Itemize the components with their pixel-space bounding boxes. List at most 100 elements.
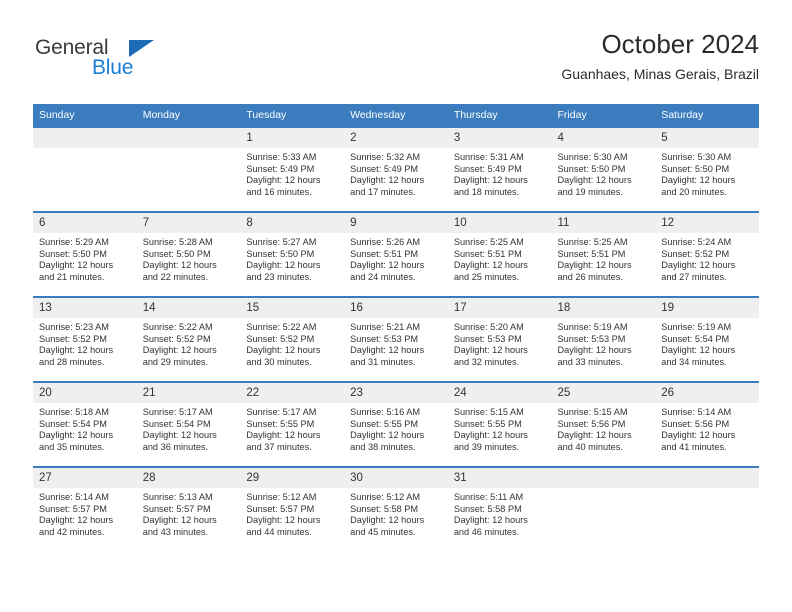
day-details: Sunrise: 5:30 AM Sunset: 5:50 PM Dayligh… (552, 148, 656, 198)
daylight-text-line1: Daylight: 12 hours (661, 260, 736, 271)
daylight-text-line1: Daylight: 12 hours (661, 175, 736, 186)
day-number: 5 (655, 128, 759, 148)
day-cell[interactable]: 31 Sunrise: 5:11 AM Sunset: 5:58 PM Dayl… (447, 466, 552, 551)
daylight-text-line1: Daylight: 12 hours (350, 345, 425, 356)
day-number: 22 (240, 383, 345, 403)
sunrise-text: Sunrise: 5:19 AM (661, 322, 732, 332)
day-cell[interactable] (551, 466, 656, 551)
day-number: 4 (551, 128, 656, 148)
day-cell[interactable]: 2 Sunrise: 5:32 AM Sunset: 5:49 PM Dayli… (344, 126, 448, 212)
sunset-text: Sunset: 5:52 PM (246, 333, 315, 344)
day-cell[interactable]: 9 Sunrise: 5:26 AM Sunset: 5:51 PM Dayli… (344, 211, 448, 297)
day-cell[interactable]: 24 Sunrise: 5:15 AM Sunset: 5:55 PM Dayl… (447, 381, 552, 467)
sunrise-text: Sunrise: 5:21 AM (350, 322, 421, 332)
daylight-text-line1: Daylight: 12 hours (246, 345, 321, 356)
sunrise-text: Sunrise: 5:13 AM (142, 492, 213, 502)
day-cell[interactable]: 27 Sunrise: 5:14 AM Sunset: 5:57 PM Dayl… (33, 466, 137, 551)
day-cell[interactable]: 5 Sunrise: 5:30 AM Sunset: 5:50 PM Dayli… (655, 126, 759, 212)
sunrise-text: Sunrise: 5:20 AM (453, 322, 524, 332)
sunset-text: Sunset: 5:51 PM (350, 248, 419, 259)
sunset-text: Sunset: 5:50 PM (39, 248, 107, 259)
day-number (655, 468, 759, 488)
weekday-header-row: Sunday Monday Tuesday Wednesday Thursday… (33, 104, 759, 127)
day-cell[interactable] (655, 466, 759, 551)
sunset-text: Sunset: 5:55 PM (246, 418, 315, 429)
day-cell[interactable]: 29 Sunrise: 5:12 AM Sunset: 5:57 PM Dayl… (240, 466, 345, 551)
day-details: Sunrise: 5:18 AM Sunset: 5:54 PM Dayligh… (33, 403, 137, 453)
weekday-header-monday: Monday (136, 104, 241, 127)
day-details (655, 488, 759, 492)
page-title: October 2024 (601, 29, 759, 59)
day-details: Sunrise: 5:16 AM Sunset: 5:55 PM Dayligh… (344, 403, 448, 453)
day-details: Sunrise: 5:13 AM Sunset: 5:57 PM Dayligh… (137, 488, 241, 538)
day-cell[interactable]: 7 Sunrise: 5:28 AM Sunset: 5:50 PM Dayli… (136, 211, 241, 297)
sunrise-text: Sunrise: 5:25 AM (557, 237, 628, 247)
day-details: Sunrise: 5:14 AM Sunset: 5:56 PM Dayligh… (655, 403, 759, 453)
day-cell[interactable]: 17 Sunrise: 5:20 AM Sunset: 5:53 PM Dayl… (447, 296, 552, 382)
day-number: 19 (655, 298, 759, 318)
page-subtitle: Guanhaes, Minas Gerais, Brazil (561, 66, 759, 82)
day-cell[interactable]: 11 Sunrise: 5:25 AM Sunset: 5:51 PM Dayl… (551, 211, 656, 297)
sunset-text: Sunset: 5:57 PM (246, 503, 315, 514)
day-cell[interactable]: 25 Sunrise: 5:15 AM Sunset: 5:56 PM Dayl… (551, 381, 656, 467)
day-cell[interactable]: 4 Sunrise: 5:30 AM Sunset: 5:50 PM Dayli… (551, 126, 656, 212)
day-number: 14 (136, 298, 241, 318)
daylight-text-line1: Daylight: 12 hours (661, 345, 736, 356)
day-details: Sunrise: 5:29 AM Sunset: 5:50 PM Dayligh… (33, 233, 137, 283)
day-number: 26 (655, 383, 759, 403)
day-cell[interactable] (136, 126, 241, 212)
day-details: Sunrise: 5:15 AM Sunset: 5:56 PM Dayligh… (552, 403, 656, 453)
day-cell[interactable]: 1 Sunrise: 5:33 AM Sunset: 5:49 PM Dayli… (240, 126, 345, 212)
day-number: 2 (344, 128, 448, 148)
day-cell[interactable]: 10 Sunrise: 5:25 AM Sunset: 5:51 PM Dayl… (447, 211, 552, 297)
day-cell[interactable]: 28 Sunrise: 5:13 AM Sunset: 5:57 PM Dayl… (136, 466, 241, 551)
day-number: 16 (344, 298, 448, 318)
day-details: Sunrise: 5:31 AM Sunset: 5:49 PM Dayligh… (448, 148, 552, 198)
day-cell[interactable]: 18 Sunrise: 5:19 AM Sunset: 5:53 PM Dayl… (551, 296, 656, 382)
day-cell[interactable]: 15 Sunrise: 5:22 AM Sunset: 5:52 PM Dayl… (240, 296, 345, 382)
title-block: October 2024 Guanhaes, Minas Gerais, Bra… (561, 28, 759, 84)
sunrise-text: Sunrise: 5:28 AM (142, 237, 213, 247)
sunset-text: Sunset: 5:49 PM (453, 163, 522, 174)
day-cell[interactable]: 14 Sunrise: 5:22 AM Sunset: 5:52 PM Dayl… (136, 296, 241, 382)
daylight-text-line2: and 45 minutes. (350, 526, 416, 537)
day-cell[interactable]: 21 Sunrise: 5:17 AM Sunset: 5:54 PM Dayl… (136, 381, 241, 467)
day-cell[interactable]: 19 Sunrise: 5:19 AM Sunset: 5:54 PM Dayl… (655, 296, 759, 382)
day-cell[interactable]: 13 Sunrise: 5:23 AM Sunset: 5:52 PM Dayl… (33, 296, 137, 382)
sunset-text: Sunset: 5:54 PM (142, 418, 211, 429)
day-number: 27 (33, 468, 137, 488)
sunset-text: Sunset: 5:55 PM (350, 418, 419, 429)
sunset-text: Sunset: 5:58 PM (350, 503, 419, 514)
daylight-text-line2: and 20 minutes. (661, 186, 727, 197)
day-cell[interactable]: 6 Sunrise: 5:29 AM Sunset: 5:50 PM Dayli… (33, 211, 137, 297)
day-number: 15 (240, 298, 345, 318)
day-number: 23 (344, 383, 448, 403)
day-details: Sunrise: 5:12 AM Sunset: 5:58 PM Dayligh… (344, 488, 448, 538)
day-cell[interactable]: 20 Sunrise: 5:18 AM Sunset: 5:54 PM Dayl… (33, 381, 137, 467)
day-cell[interactable]: 30 Sunrise: 5:12 AM Sunset: 5:58 PM Dayl… (344, 466, 448, 551)
day-number: 24 (447, 383, 552, 403)
sunrise-text: Sunrise: 5:16 AM (350, 407, 421, 417)
day-cell[interactable]: 23 Sunrise: 5:16 AM Sunset: 5:55 PM Dayl… (344, 381, 448, 467)
day-cell[interactable]: 12 Sunrise: 5:24 AM Sunset: 5:52 PM Dayl… (655, 211, 759, 297)
daylight-text-line1: Daylight: 12 hours (142, 430, 217, 441)
day-cell[interactable]: 26 Sunrise: 5:14 AM Sunset: 5:56 PM Dayl… (655, 381, 759, 467)
day-cell[interactable]: 16 Sunrise: 5:21 AM Sunset: 5:53 PM Dayl… (344, 296, 448, 382)
day-cell[interactable]: 3 Sunrise: 5:31 AM Sunset: 5:49 PM Dayli… (447, 126, 552, 212)
sunset-text: Sunset: 5:50 PM (142, 248, 211, 259)
daylight-text-line1: Daylight: 12 hours (661, 430, 736, 441)
sunrise-text: Sunrise: 5:15 AM (453, 407, 524, 417)
daylight-text-line1: Daylight: 12 hours (246, 260, 321, 271)
day-cell[interactable]: 22 Sunrise: 5:17 AM Sunset: 5:55 PM Dayl… (240, 381, 345, 467)
sunrise-text: Sunrise: 5:22 AM (246, 322, 317, 332)
daylight-text-line1: Daylight: 12 hours (350, 175, 425, 186)
day-details: Sunrise: 5:27 AM Sunset: 5:50 PM Dayligh… (240, 233, 344, 283)
weekday-header-wednesday: Wednesday (344, 104, 448, 127)
day-details: Sunrise: 5:17 AM Sunset: 5:54 PM Dayligh… (137, 403, 241, 453)
day-cell[interactable] (33, 126, 137, 212)
day-details: Sunrise: 5:15 AM Sunset: 5:55 PM Dayligh… (448, 403, 552, 453)
day-number: 3 (447, 128, 552, 148)
weekday-header-tuesday: Tuesday (240, 104, 345, 127)
day-cell[interactable]: 8 Sunrise: 5:27 AM Sunset: 5:50 PM Dayli… (240, 211, 345, 297)
sunrise-text: Sunrise: 5:29 AM (39, 237, 109, 247)
